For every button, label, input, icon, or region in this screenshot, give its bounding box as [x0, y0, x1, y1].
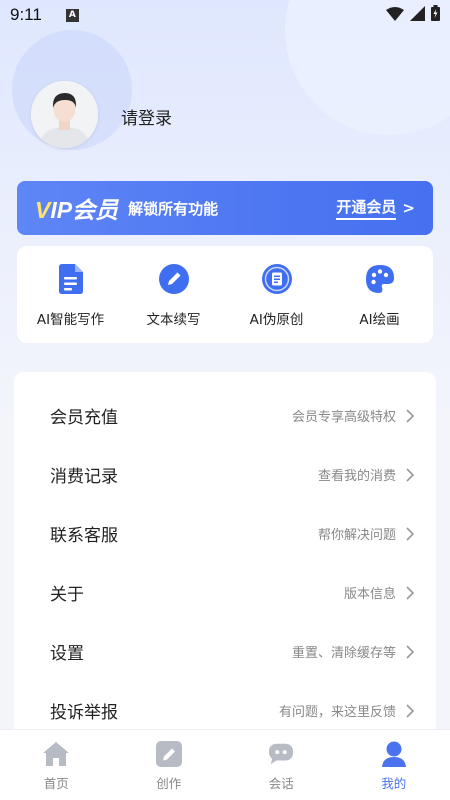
menu-label: 投诉举报	[50, 703, 118, 723]
signal-icon	[410, 5, 425, 25]
keyboard-indicator-icon: A	[65, 8, 79, 22]
menu-hint: 查看我的消费	[317, 469, 396, 484]
menu-label: 联系客服	[50, 526, 118, 546]
tool-label: AI伪原创	[249, 312, 304, 328]
nav-item-chat[interactable]: 会话	[225, 730, 338, 800]
document-icon	[56, 264, 86, 294]
menu-item-support[interactable]: 联系客服 帮你解决问题	[14, 504, 436, 563]
vip-subtitle: 解锁所有功能	[128, 199, 219, 218]
vip-title: VIP会员	[35, 197, 119, 223]
chevron-right-icon	[406, 526, 414, 541]
chat-icon	[268, 741, 294, 767]
tool-label: AI绘画	[359, 312, 400, 328]
article-icon	[261, 264, 292, 294]
menu-label: 设置	[50, 644, 84, 664]
tool-label: AI智能写作	[36, 312, 105, 328]
menu-hint: 帮你解决问题	[317, 528, 396, 543]
nav-label: 创作	[156, 776, 182, 791]
nav-item-create[interactable]: 创作	[113, 730, 226, 800]
bottom-nav: 首页 创作 会话 我的	[0, 729, 450, 800]
chevron-right-icon	[406, 467, 414, 482]
menu-hint: 版本信息	[343, 587, 396, 602]
menu-item-about[interactable]: 关于 版本信息	[14, 563, 436, 622]
menu-item-settings[interactable]: 设置 重置、清除缓存等	[14, 622, 436, 681]
chevron-right-icon	[406, 585, 414, 600]
tool-text-continue[interactable]: 文本续写	[122, 246, 225, 343]
pencil-icon	[158, 264, 189, 294]
login-prompt[interactable]: 请登录	[121, 104, 172, 129]
avatar-person-icon	[31, 81, 98, 148]
status-bar: 9:11 A	[0, 0, 450, 30]
menu-item-recharge[interactable]: 会员充值 会员专享高级特权	[14, 386, 436, 445]
tool-ai-writing[interactable]: AI智能写作	[19, 246, 122, 343]
palette-icon	[365, 264, 395, 294]
chevron-right-icon: >	[402, 199, 415, 217]
avatar[interactable]	[31, 81, 98, 148]
open-vip-label: 开通会员	[336, 196, 397, 220]
user-icon	[381, 741, 407, 767]
chevron-right-icon	[406, 703, 414, 718]
status-time: 9:11	[10, 5, 42, 24]
menu-hint: 有问题，来这里反馈	[278, 705, 396, 720]
quick-tools-card: AI智能写作 文本续写 AI伪原创 AI绘画	[17, 246, 433, 343]
nav-item-home[interactable]: 首页	[0, 730, 113, 800]
menu-label: 会员充值	[50, 408, 118, 428]
nav-item-mine[interactable]: 我的	[338, 730, 450, 800]
settings-menu: 会员充值 会员专享高级特权 消费记录 查看我的消费 联系客服 帮你解决问题 关于…	[14, 372, 436, 742]
chevron-right-icon	[406, 408, 414, 423]
chevron-right-icon	[406, 644, 414, 659]
nav-label: 我的	[381, 776, 407, 791]
tool-ai-rewrite[interactable]: AI伪原创	[225, 246, 328, 343]
menu-hint: 重置、清除缓存等	[291, 646, 396, 661]
menu-label: 关于	[50, 585, 84, 605]
nav-label: 会话	[268, 776, 294, 791]
tool-ai-painting[interactable]: AI绘画	[328, 246, 431, 343]
nav-label: 首页	[43, 776, 69, 791]
battery-icon	[431, 5, 440, 25]
open-vip-button[interactable]: 开通会员 >	[336, 196, 415, 220]
tool-label: 文本续写	[146, 312, 201, 328]
edit-icon	[155, 741, 182, 767]
vip-banner[interactable]: VIP会员 解锁所有功能 开通会员 >	[17, 181, 433, 235]
menu-label: 消费记录	[50, 467, 118, 487]
wifi-icon	[386, 6, 404, 25]
menu-hint: 会员专享高级特权	[291, 410, 396, 425]
home-icon	[43, 741, 70, 767]
menu-item-purchase-history[interactable]: 消费记录 查看我的消费	[14, 445, 436, 504]
